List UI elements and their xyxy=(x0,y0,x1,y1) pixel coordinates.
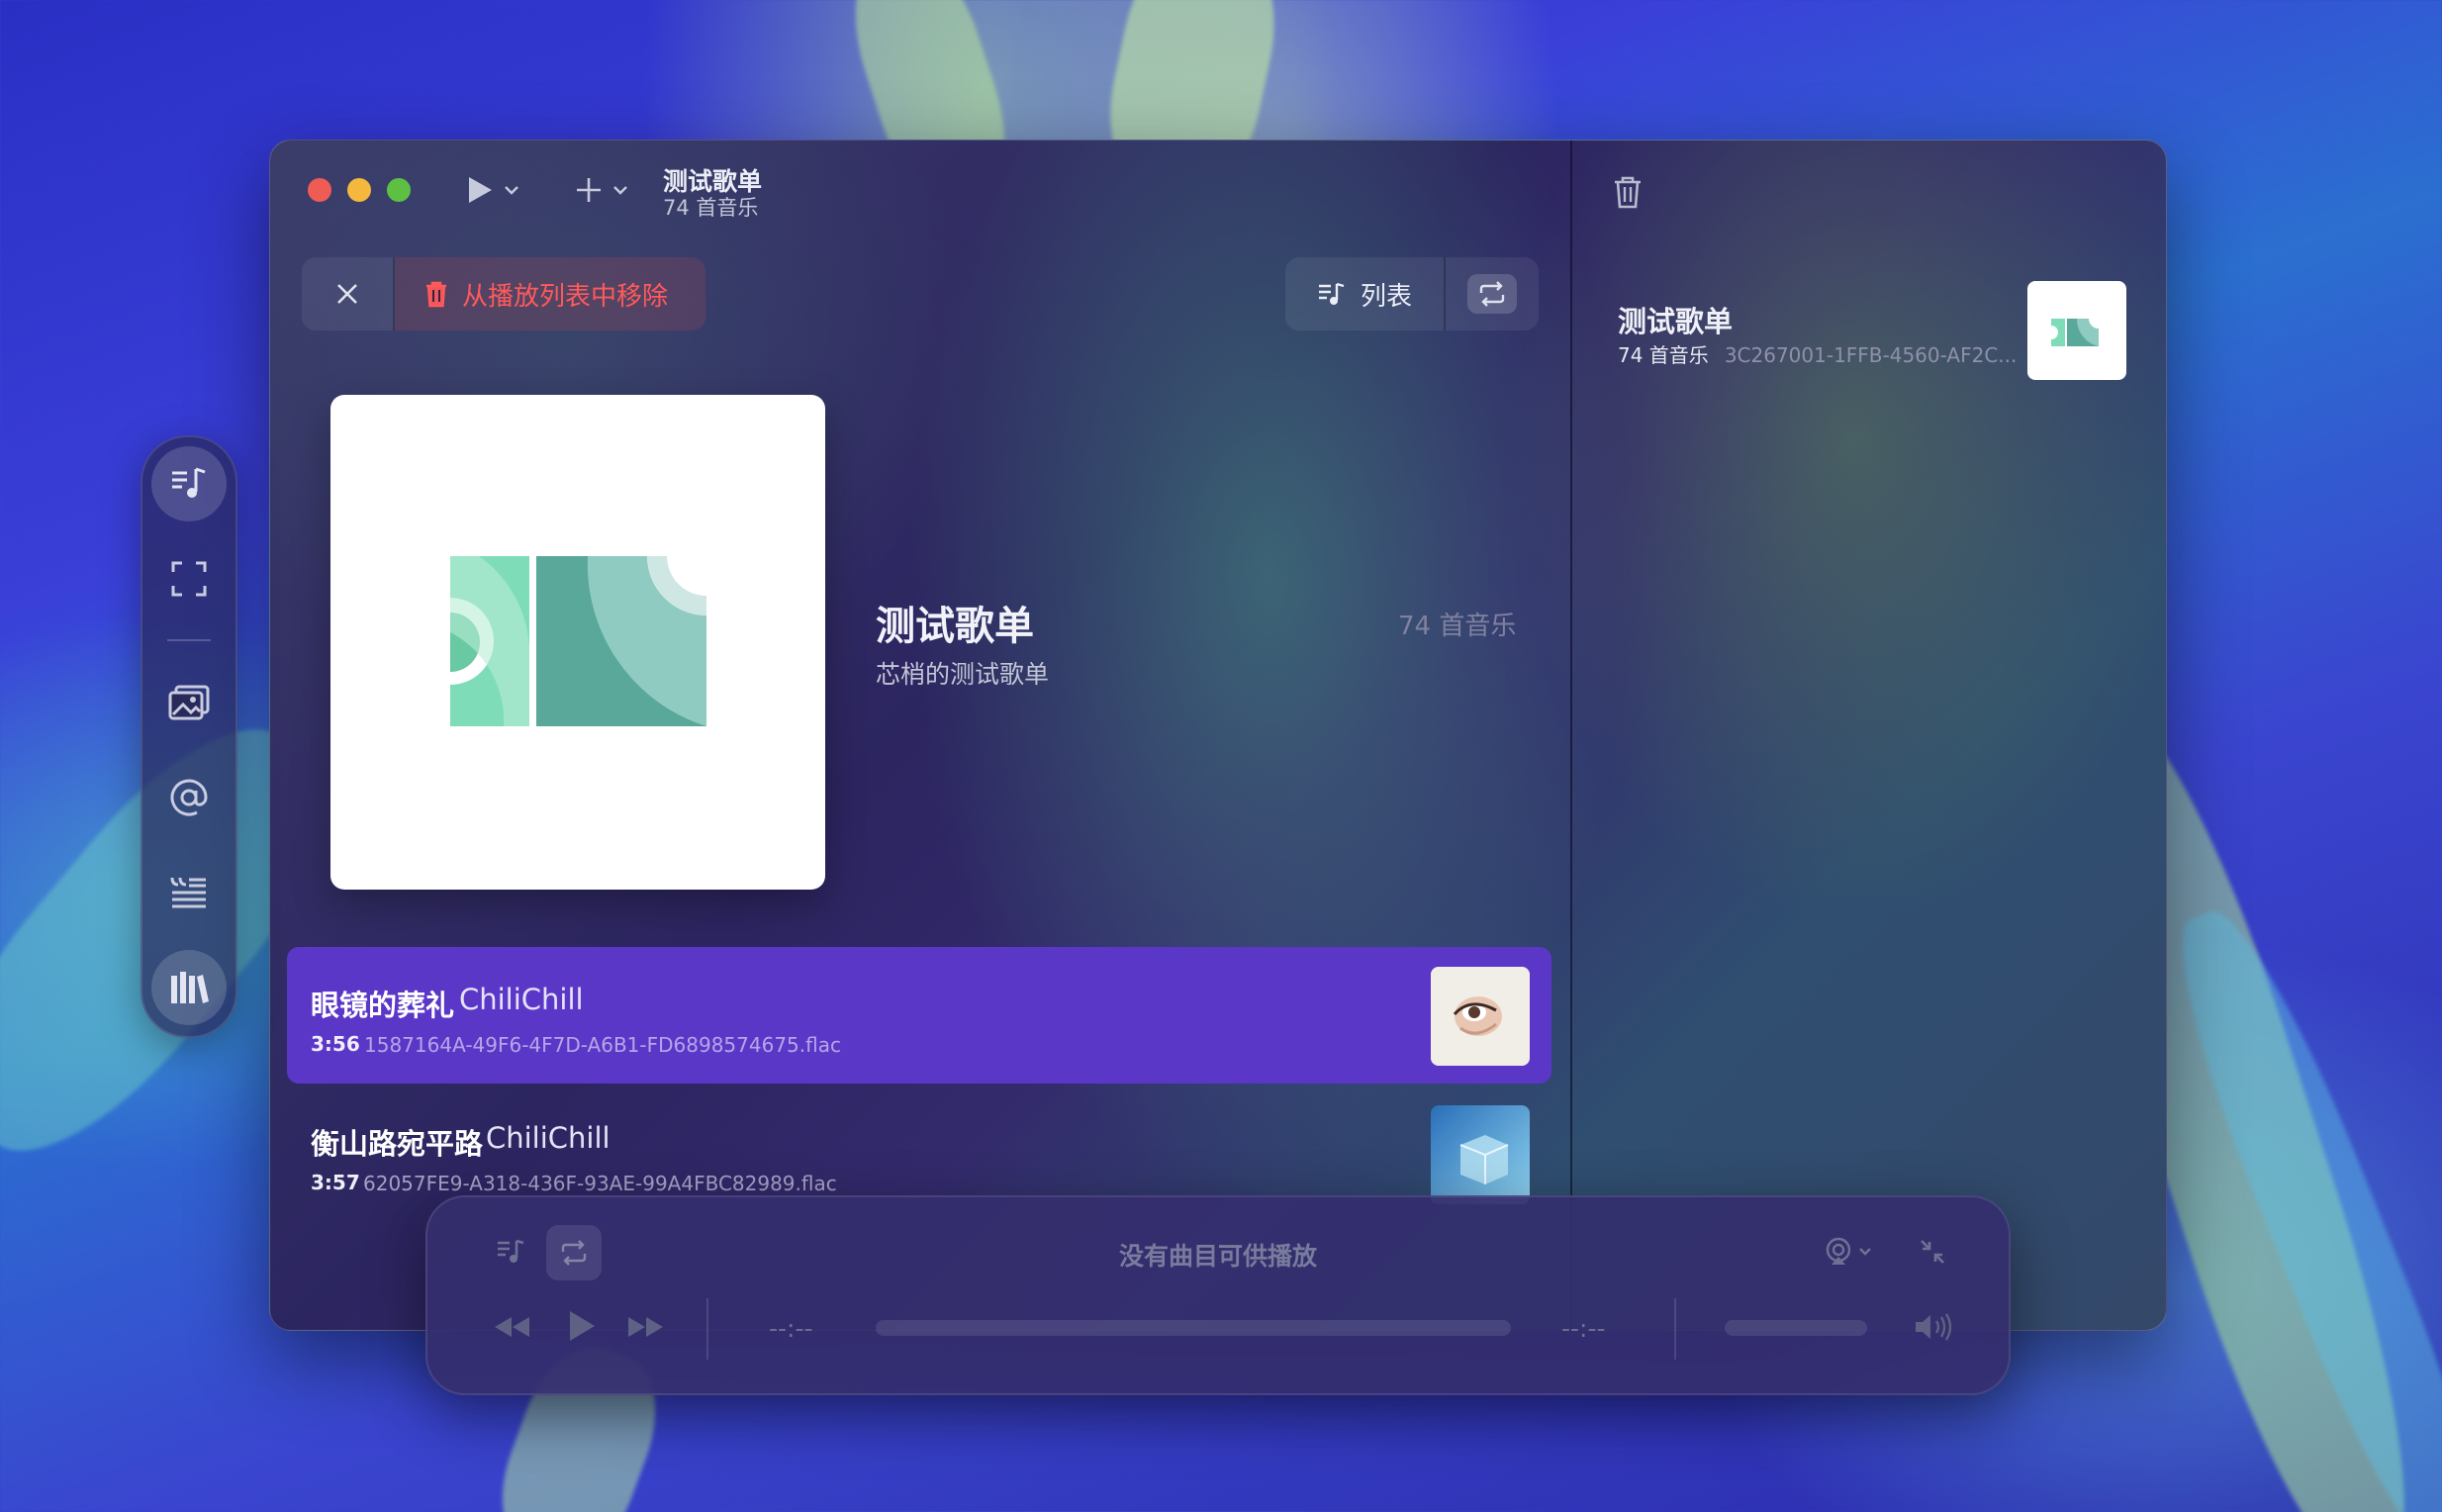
repeat-chip xyxy=(1467,274,1517,314)
side-playlist-title: 测试歌单 xyxy=(1618,305,1734,338)
list-view-button[interactable]: 列表 xyxy=(1285,257,1446,331)
chevron-down-icon xyxy=(505,186,518,195)
track-filename: 1587164A-49F6-4F7D-A6B1-FD6898574675.fla… xyxy=(364,1033,841,1057)
play-button[interactable] xyxy=(554,1298,610,1354)
side-playlist-cover[interactable] xyxy=(2027,281,2126,380)
side-playlist-meta: 74 首音乐 3C267001-1FFB-4560-AF2C... xyxy=(1618,339,2017,368)
list-view-label: 列表 xyxy=(1360,281,1412,312)
window-subtitle: 74 首音乐 xyxy=(663,196,759,220)
track-row[interactable]: 眼镜的葬礼 ChiliChill 3:56 1587164A-49F6-4F7D… xyxy=(287,947,1551,1084)
track-artist: ChiliChill xyxy=(459,983,584,1016)
remove-from-playlist-label: 从播放列表中移除 xyxy=(462,281,669,312)
side-playlist-id: 3C267001-1FFB-4560-AF2C... xyxy=(1724,343,2018,367)
next-button[interactable] xyxy=(621,1302,671,1352)
dock-lyrics-button[interactable] xyxy=(151,855,227,930)
remove-from-playlist-button[interactable]: 从播放列表中移除 xyxy=(395,257,705,331)
dock-artwork-button[interactable] xyxy=(151,665,227,740)
eye-artwork-icon xyxy=(1431,967,1530,1066)
cancel-selection-button[interactable] xyxy=(302,257,395,331)
play-icon xyxy=(469,177,492,203)
play-icon xyxy=(570,1311,595,1341)
close-window-button[interactable] xyxy=(308,178,331,202)
rewind-icon xyxy=(495,1317,529,1337)
track-title: 衡山路宛平路 xyxy=(311,1127,484,1161)
track-artwork xyxy=(1431,967,1530,1066)
playlist-title: 测试歌单 xyxy=(876,604,1034,649)
dock-playlist-button[interactable] xyxy=(151,446,227,521)
fast-forward-icon xyxy=(628,1317,663,1337)
airplay-icon xyxy=(1826,1237,1851,1265)
player-bar: 没有曲目可供播放 --:-- --:-- xyxy=(425,1195,2011,1395)
track-duration: 3:57 xyxy=(311,1171,360,1194)
quote-list-icon xyxy=(170,877,206,908)
track-duration: 3:56 xyxy=(311,1032,360,1056)
player-status: 没有曲目可供播放 xyxy=(1118,1242,1317,1271)
airplay-button[interactable] xyxy=(1821,1227,1876,1276)
speaker-icon xyxy=(1916,1313,1952,1341)
progress-slider[interactable] xyxy=(876,1320,1511,1336)
fullscreen-icon xyxy=(171,561,207,597)
close-icon xyxy=(337,284,357,304)
cube-artwork-icon xyxy=(1431,1105,1530,1204)
playlist-logo-icon xyxy=(2051,311,2107,346)
track-title: 眼镜的葬礼 xyxy=(311,989,455,1022)
minimize-window-button[interactable] xyxy=(347,178,371,202)
dock-library-button[interactable] xyxy=(151,950,227,1025)
side-dock xyxy=(141,435,237,1038)
repeat-toggle-button[interactable] xyxy=(1446,257,1539,331)
playlist-track-count: 74 首音乐 xyxy=(1398,612,1517,641)
playlist-description: 芯梢的测试歌单 xyxy=(876,660,1050,689)
volume-slider[interactable] xyxy=(1725,1320,1867,1336)
dock-mentions-button[interactable] xyxy=(151,760,227,835)
playlist-cover-art xyxy=(330,395,825,890)
collapse-icon xyxy=(1921,1240,1944,1264)
delete-button[interactable] xyxy=(1606,170,1649,214)
dock-fullscreen-button[interactable] xyxy=(151,541,227,616)
total-time: --:-- xyxy=(1561,1314,1606,1343)
chevron-down-icon xyxy=(1859,1248,1871,1256)
trash-icon xyxy=(426,281,446,308)
plus-icon xyxy=(577,178,601,202)
volume-button[interactable] xyxy=(1908,1302,1957,1352)
main-window: 测试歌单 74 首音乐 从播放列表中移除 列表 测试歌单 芯梢的测试歌单 74 … xyxy=(269,140,2167,1331)
playlist-icon xyxy=(172,467,206,498)
track-artist: ChiliChill xyxy=(486,1121,610,1155)
panel-divider xyxy=(1570,141,1572,1330)
trash-icon xyxy=(1615,176,1641,209)
playlist-logo-icon xyxy=(450,497,766,726)
side-playlist-count: 74 首音乐 xyxy=(1618,343,1709,367)
track-artwork xyxy=(1431,1105,1530,1204)
previous-button[interactable] xyxy=(487,1302,536,1352)
library-icon xyxy=(171,972,209,1003)
current-time: --:-- xyxy=(769,1314,813,1343)
minimize-player-button[interactable] xyxy=(1908,1227,1957,1276)
player-separator xyxy=(706,1298,708,1360)
dock-separator xyxy=(167,639,211,641)
play-menu-button[interactable] xyxy=(460,170,525,210)
add-menu-button[interactable] xyxy=(569,170,634,210)
chevron-down-icon xyxy=(613,186,627,195)
track-filename: 62057FE9-A318-436F-93AE-99A4FBC82989.fla… xyxy=(363,1172,837,1195)
photos-icon xyxy=(168,685,210,720)
zoom-window-button[interactable] xyxy=(387,178,411,202)
repeat-icon xyxy=(1479,281,1505,307)
at-sign-icon xyxy=(170,779,208,816)
playlist-icon xyxy=(1318,282,1345,305)
view-toolbar: 列表 xyxy=(1285,257,1539,331)
selection-toolbar: 从播放列表中移除 xyxy=(302,257,705,331)
player-separator xyxy=(1674,1298,1676,1360)
